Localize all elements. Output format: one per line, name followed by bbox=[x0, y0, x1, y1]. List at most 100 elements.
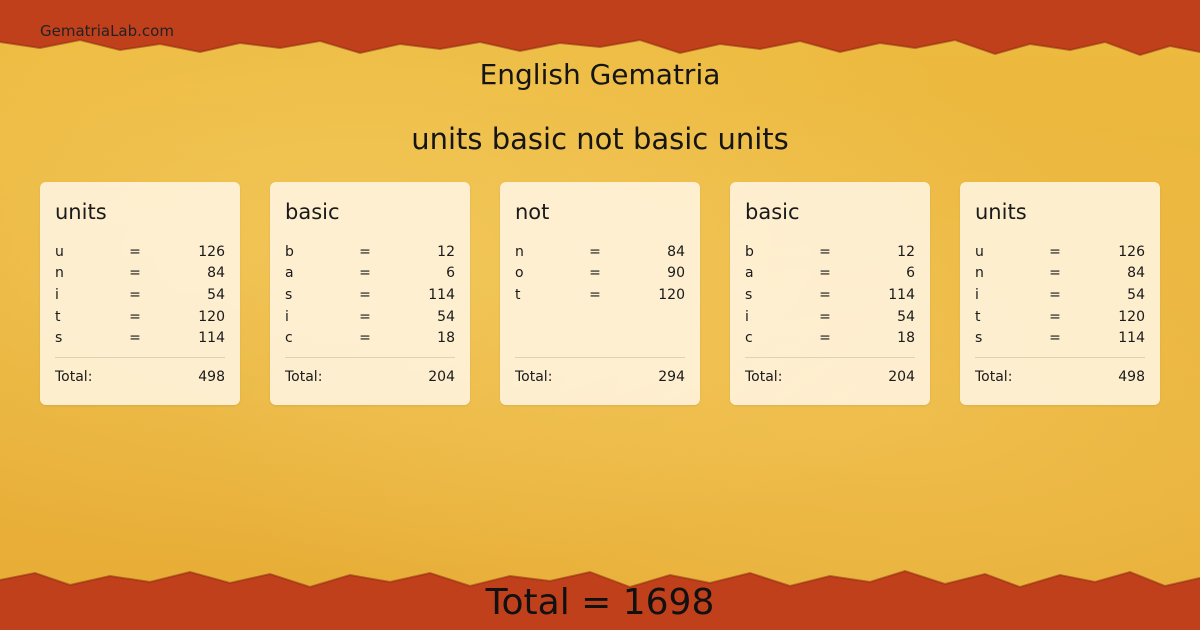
letter-value: 6 bbox=[446, 265, 455, 282]
card-word: units bbox=[55, 200, 107, 224]
total-label: Total: bbox=[55, 369, 93, 385]
card-total-row: Total: 498 bbox=[975, 369, 1145, 385]
letter-row: u = 126 bbox=[975, 241, 1145, 263]
letter-row: t = 120 bbox=[55, 306, 225, 328]
card-total-row: Total: 498 bbox=[55, 369, 225, 385]
card-total-row: Total: 204 bbox=[745, 369, 915, 385]
letter: u bbox=[975, 243, 984, 260]
letter-row: i = 54 bbox=[285, 306, 455, 328]
letter-value: 54 bbox=[437, 308, 455, 325]
letter-value: 54 bbox=[1127, 286, 1145, 303]
equals-sign: = bbox=[129, 330, 141, 347]
equals-sign: = bbox=[129, 243, 141, 260]
card-divider bbox=[285, 357, 455, 358]
equals-sign: = bbox=[129, 308, 141, 325]
card-total-value: 498 bbox=[1118, 369, 1145, 385]
equals-sign: = bbox=[1049, 243, 1061, 260]
card-word: basic bbox=[285, 200, 340, 224]
card-divider bbox=[975, 357, 1145, 358]
equals-sign: = bbox=[129, 265, 141, 282]
page-title: English Gematria bbox=[479, 58, 721, 91]
equals-sign: = bbox=[1049, 330, 1061, 347]
word-card: basic b = 12 a = 6 s = 114 i = 54 c = 18… bbox=[270, 182, 470, 405]
total-label: Total: bbox=[515, 369, 553, 385]
letter-row: s = 114 bbox=[745, 284, 915, 306]
letter-value: 120 bbox=[1118, 308, 1145, 325]
letter-value: 18 bbox=[437, 330, 455, 347]
letter: n bbox=[515, 243, 524, 260]
equals-sign: = bbox=[819, 308, 831, 325]
word-cards: units u = 126 n = 84 i = 54 t = 120 s = … bbox=[40, 182, 1160, 405]
letter: a bbox=[745, 265, 754, 282]
letter: n bbox=[975, 265, 984, 282]
equals-sign: = bbox=[589, 243, 601, 260]
letter-row: u = 126 bbox=[55, 241, 225, 263]
letter-value: 54 bbox=[897, 308, 915, 325]
letter: s bbox=[55, 330, 63, 347]
letter: t bbox=[515, 286, 521, 303]
letter-value: 84 bbox=[1127, 265, 1145, 282]
card-word: units bbox=[975, 200, 1027, 224]
equals-sign: = bbox=[1049, 265, 1061, 282]
letter: c bbox=[745, 330, 753, 347]
letter-row: n = 84 bbox=[515, 241, 685, 263]
letter-row: s = 114 bbox=[55, 327, 225, 349]
letter-value: 114 bbox=[1118, 330, 1145, 347]
letter: o bbox=[515, 265, 524, 282]
letter-value: 12 bbox=[437, 243, 455, 260]
card-total-value: 498 bbox=[198, 369, 225, 385]
card-divider bbox=[745, 357, 915, 358]
equals-sign: = bbox=[359, 243, 371, 260]
letter-row: b = 12 bbox=[285, 241, 455, 263]
letter: u bbox=[55, 243, 64, 260]
letter-value: 114 bbox=[198, 330, 225, 347]
letter-row: b = 12 bbox=[745, 241, 915, 263]
letter-row: c = 18 bbox=[745, 327, 915, 349]
letter: s bbox=[285, 286, 293, 303]
letter-row: i = 54 bbox=[975, 284, 1145, 306]
card-total-value: 294 bbox=[658, 369, 685, 385]
letter-row: s = 114 bbox=[975, 327, 1145, 349]
letter: t bbox=[975, 308, 981, 325]
card-word: not bbox=[515, 200, 550, 224]
letter-row: a = 6 bbox=[285, 263, 455, 285]
total-label: Total: bbox=[285, 369, 323, 385]
letter-value: 18 bbox=[897, 330, 915, 347]
letter-row: i = 54 bbox=[745, 306, 915, 328]
site-name[interactable]: GematriaLab.com bbox=[40, 22, 174, 40]
letter-row: t = 120 bbox=[515, 284, 685, 306]
letter-row: a = 6 bbox=[745, 263, 915, 285]
equals-sign: = bbox=[359, 308, 371, 325]
letter-list: n = 84 o = 90 t = 120 bbox=[515, 241, 685, 353]
total-label: Total: bbox=[975, 369, 1013, 385]
card-total-value: 204 bbox=[888, 369, 915, 385]
letter-value: 126 bbox=[1118, 243, 1145, 260]
letter-value: 84 bbox=[667, 243, 685, 260]
card-total-row: Total: 204 bbox=[285, 369, 455, 385]
letter-value: 126 bbox=[198, 243, 225, 260]
card-total-value: 204 bbox=[428, 369, 455, 385]
card-word: basic bbox=[745, 200, 800, 224]
letter: i bbox=[285, 308, 289, 325]
letter-row: s = 114 bbox=[285, 284, 455, 306]
word-card: basic b = 12 a = 6 s = 114 i = 54 c = 18… bbox=[730, 182, 930, 405]
letter-list: u = 126 n = 84 i = 54 t = 120 s = 114 bbox=[975, 241, 1145, 353]
letter-row: t = 120 bbox=[975, 306, 1145, 328]
letter-value: 114 bbox=[888, 286, 915, 303]
letter: i bbox=[975, 286, 979, 303]
equals-sign: = bbox=[589, 265, 601, 282]
card-divider bbox=[55, 357, 225, 358]
card-divider bbox=[515, 357, 685, 358]
equals-sign: = bbox=[819, 243, 831, 260]
equals-sign: = bbox=[819, 330, 831, 347]
equals-sign: = bbox=[1049, 308, 1061, 325]
total-label: Total: bbox=[745, 369, 783, 385]
equals-sign: = bbox=[129, 286, 141, 303]
letter-value: 12 bbox=[897, 243, 915, 260]
grand-total: Total = 1698 bbox=[485, 582, 715, 623]
equals-sign: = bbox=[819, 286, 831, 303]
letter-value: 6 bbox=[906, 265, 915, 282]
letter-list: u = 126 n = 84 i = 54 t = 120 s = 114 bbox=[55, 241, 225, 353]
letter-row: c = 18 bbox=[285, 327, 455, 349]
letter: b bbox=[745, 243, 754, 260]
